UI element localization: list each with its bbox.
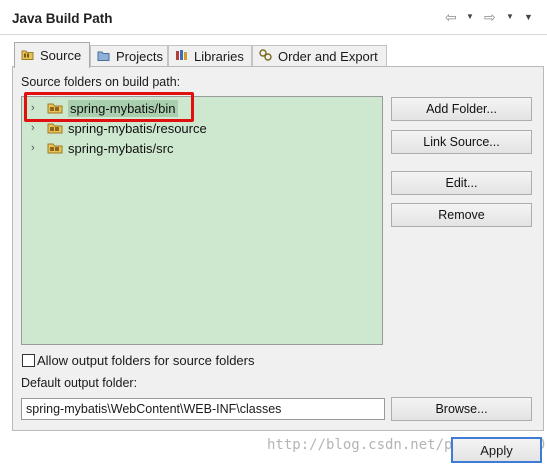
browse-button[interactable]: Browse... <box>391 397 532 421</box>
tab-order-export[interactable]: Order and Export <box>252 45 387 66</box>
default-output-field[interactable]: spring-mybatis\WebContent\WEB-INF\classe… <box>21 398 385 420</box>
red-annotation-box <box>24 92 194 122</box>
allow-output-checkbox[interactable] <box>22 354 35 367</box>
tree-item-label: spring-mybatis/resource <box>68 120 207 136</box>
back-arrow-icon[interactable]: ⇦ <box>445 9 457 26</box>
default-output-label: Default output folder: <box>21 376 138 390</box>
tree-item-src[interactable]: › spring-mybatis/src <box>22 138 382 158</box>
header-divider <box>0 34 547 35</box>
package-folder-icon <box>47 122 63 134</box>
tab-projects[interactable]: Projects <box>90 45 168 66</box>
tree-item-label: spring-mybatis/src <box>68 140 174 156</box>
libraries-icon <box>175 49 189 64</box>
apply-button[interactable]: Apply <box>451 437 542 463</box>
source-folder-icon <box>21 48 35 63</box>
projects-icon <box>97 49 111 64</box>
chevron-down-icon[interactable]: ▼ <box>524 12 533 22</box>
expand-chevron-icon[interactable]: › <box>31 122 41 134</box>
order-export-icon <box>259 48 273 64</box>
page-title: Java Build Path <box>12 11 113 26</box>
back-history-dropdown-icon[interactable]: ▼ <box>466 12 474 21</box>
package-folder-icon <box>47 142 63 154</box>
source-folders-label: Source folders on build path: <box>21 75 181 89</box>
source-folders-tree[interactable]: › spring-mybatis/bin › spring-mybatis/re… <box>21 96 383 345</box>
tab-source-label: Source <box>40 48 82 63</box>
forward-arrow-icon[interactable]: ⇨ <box>484 9 496 26</box>
expand-chevron-icon[interactable]: › <box>31 142 41 154</box>
link-source-button[interactable]: Link Source... <box>391 130 532 154</box>
allow-output-label: Allow output folders for source folders <box>37 353 255 368</box>
tab-projects-label: Projects <box>116 48 163 64</box>
tab-order-export-label: Order and Export <box>278 48 378 64</box>
tab-libraries-label: Libraries <box>194 48 244 64</box>
tab-libraries[interactable]: Libraries <box>168 45 252 66</box>
forward-history-dropdown-icon[interactable]: ▼ <box>506 12 514 21</box>
tab-source[interactable]: Source <box>14 42 90 68</box>
add-folder-button[interactable]: Add Folder... <box>391 97 532 121</box>
remove-button[interactable]: Remove <box>391 203 532 227</box>
edit-button[interactable]: Edit... <box>391 171 532 195</box>
